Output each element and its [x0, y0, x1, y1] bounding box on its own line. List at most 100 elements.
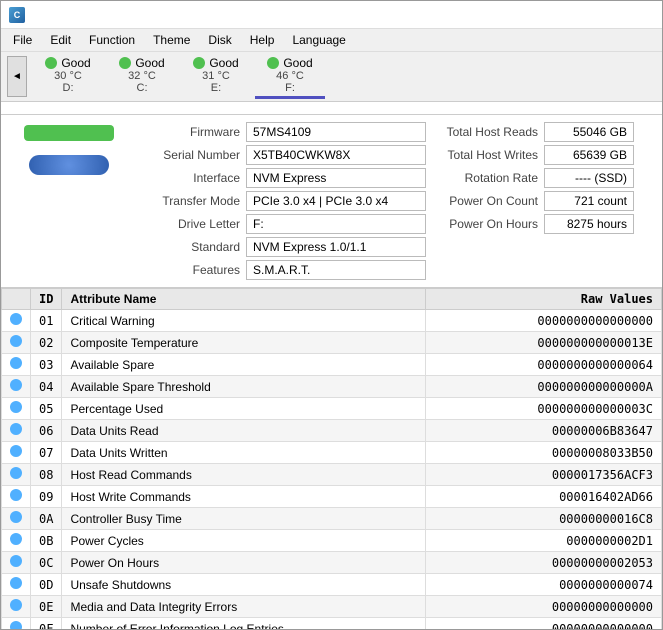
menu-item-theme[interactable]: Theme: [145, 31, 198, 49]
menu-item-disk[interactable]: Disk: [200, 31, 239, 49]
field-value: X5TB40CWKW8X: [246, 145, 426, 165]
close-button[interactable]: [634, 5, 654, 25]
table-row[interactable]: 05 Percentage Used 000000000000003C: [2, 398, 662, 420]
row-id: 06: [31, 420, 62, 442]
field-row: Drive Letter F:: [136, 213, 426, 235]
temperature-box: [29, 155, 109, 175]
minimize-button[interactable]: [586, 5, 606, 25]
field-label: Serial Number: [136, 148, 246, 162]
field-row: Standard NVM Express 1.0/1.1: [136, 236, 426, 258]
row-id: 09: [31, 486, 62, 508]
row-name: Critical Warning: [62, 310, 425, 332]
row-id: 0A: [31, 508, 62, 530]
row-dot: [2, 574, 31, 596]
disk-item-0[interactable]: Good 30 °C D:: [33, 54, 103, 99]
row-id: 01: [31, 310, 62, 332]
menu-item-edit[interactable]: Edit: [42, 31, 79, 49]
row-name: Host Read Commands: [62, 464, 425, 486]
disk-item-1[interactable]: Good 32 °C C:: [107, 54, 177, 99]
row-name: Number of Error Information Log Entries: [62, 618, 425, 630]
menu-item-language[interactable]: Language: [284, 31, 353, 49]
menu-item-function[interactable]: Function: [81, 31, 143, 49]
field-value: NVM Express 1.0/1.1: [246, 237, 426, 257]
table-row[interactable]: 0E Media and Data Integrity Errors 00000…: [2, 596, 662, 618]
field-row: Firmware 57MS4109: [136, 121, 426, 143]
table-row[interactable]: 03 Available Spare 0000000000000064: [2, 354, 662, 376]
right-value: 65639 GB: [544, 145, 634, 165]
row-id: 0E: [31, 596, 62, 618]
nav-back-button[interactable]: ◄: [7, 56, 27, 97]
table-row[interactable]: 02 Composite Temperature 000000000000013…: [2, 332, 662, 354]
row-raw: 00000000000000: [425, 596, 661, 618]
field-label: Drive Letter: [136, 217, 246, 231]
table-row[interactable]: 06 Data Units Read 00000006B83647: [2, 420, 662, 442]
row-name: Available Spare: [62, 354, 425, 376]
main-area: Firmware 57MS4109 Serial Number X5TB40CW…: [1, 102, 662, 629]
right-label: Total Host Reads: [434, 125, 544, 139]
table-row[interactable]: 04 Available Spare Threshold 00000000000…: [2, 376, 662, 398]
field-label: Interface: [136, 171, 246, 185]
row-id: 0D: [31, 574, 62, 596]
table-row[interactable]: 0C Power On Hours 00000000002053: [2, 552, 662, 574]
table-row[interactable]: 01 Critical Warning 0000000000000000: [2, 310, 662, 332]
row-raw: 000000000000003C: [425, 398, 661, 420]
title-bar: C: [1, 1, 662, 29]
row-id: 02: [31, 332, 62, 354]
row-raw: 0000000002D1: [425, 530, 661, 552]
row-raw: 0000000000074: [425, 574, 661, 596]
maximize-button[interactable]: [610, 5, 630, 25]
right-value: 721 count: [544, 191, 634, 211]
table-row[interactable]: 0D Unsafe Shutdowns 0000000000074: [2, 574, 662, 596]
row-name: Controller Busy Time: [62, 508, 425, 530]
row-dot: [2, 530, 31, 552]
title-controls: [586, 5, 654, 25]
right-label: Power On Hours: [434, 217, 544, 231]
field-row: Features S.M.A.R.T.: [136, 259, 426, 281]
info-section: Firmware 57MS4109 Serial Number X5TB40CW…: [1, 115, 662, 288]
row-dot: [2, 420, 31, 442]
field-row: Serial Number X5TB40CWKW8X: [136, 144, 426, 166]
right-field-row: Power On Hours 8275 hours: [434, 213, 654, 235]
table-row[interactable]: 07 Data Units Written 00000008033B50: [2, 442, 662, 464]
table-row[interactable]: 0F Number of Error Information Log Entri…: [2, 618, 662, 630]
row-dot: [2, 552, 31, 574]
row-name: Host Write Commands: [62, 486, 425, 508]
info-fields-left: Firmware 57MS4109 Serial Number X5TB40CW…: [136, 121, 426, 281]
row-dot: [2, 618, 31, 630]
row-id: 04: [31, 376, 62, 398]
menu-item-file[interactable]: File: [5, 31, 40, 49]
temperature-panel: [29, 151, 109, 175]
field-row: Interface NVM Express: [136, 167, 426, 189]
menu-item-help[interactable]: Help: [242, 31, 283, 49]
table-row[interactable]: 0B Power Cycles 0000000002D1: [2, 530, 662, 552]
row-name: Percentage Used: [62, 398, 425, 420]
field-label: Standard: [136, 240, 246, 254]
row-raw: 000000000000013E: [425, 332, 661, 354]
field-value: PCIe 3.0 x4 | PCIe 3.0 x4: [246, 191, 426, 211]
title-bar-left: C: [9, 7, 31, 23]
col-name: Attribute Name: [62, 289, 425, 310]
row-dot: [2, 486, 31, 508]
row-raw: 0000017356ACF3: [425, 464, 661, 486]
disk-item-3[interactable]: Good 46 °C F:: [255, 54, 325, 99]
row-raw: 00000006B83647: [425, 420, 661, 442]
row-raw: 00000000000000: [425, 618, 661, 630]
field-value: 57MS4109: [246, 122, 426, 142]
right-field-row: Rotation Rate ---- (SSD): [434, 167, 654, 189]
col-dot: [2, 289, 31, 310]
health-status-box: [24, 125, 114, 141]
row-raw: 0000000000000064: [425, 354, 661, 376]
right-label: Total Host Writes: [434, 148, 544, 162]
menu-bar: FileEditFunctionThemeDiskHelpLanguage: [1, 29, 662, 52]
table-row[interactable]: 09 Host Write Commands 000016402AD66: [2, 486, 662, 508]
field-value: S.M.A.R.T.: [246, 260, 426, 280]
right-field-row: Power On Count 721 count: [434, 190, 654, 212]
table-row[interactable]: 0A Controller Busy Time 00000000016C8: [2, 508, 662, 530]
disk-item-2[interactable]: Good 31 °C E:: [181, 54, 251, 99]
col-id: ID: [31, 289, 62, 310]
row-name: Data Units Read: [62, 420, 425, 442]
row-dot: [2, 464, 31, 486]
table-row[interactable]: 08 Host Read Commands 0000017356ACF3: [2, 464, 662, 486]
right-field-row: Total Host Writes 65639 GB: [434, 144, 654, 166]
device-title: [1, 102, 662, 115]
